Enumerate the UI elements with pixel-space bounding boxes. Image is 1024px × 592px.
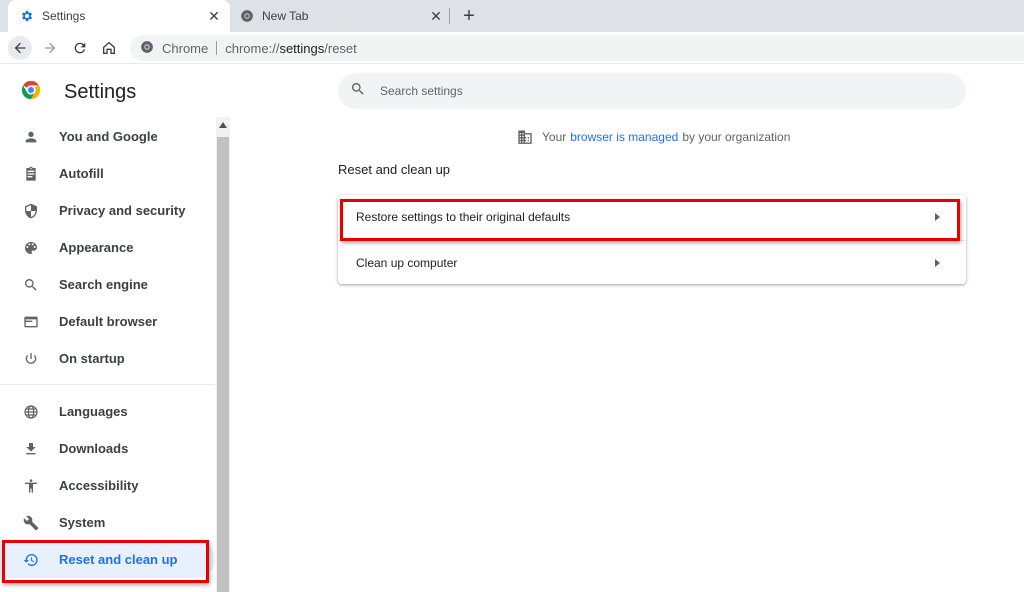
- omnibox-url: chrome://settings/reset: [225, 41, 357, 56]
- reload-button[interactable]: [68, 36, 92, 60]
- search-icon: [350, 81, 366, 102]
- sidebar-nav: You and Google Autofill Privacy and secu…: [0, 118, 215, 578]
- url-host: settings: [279, 40, 325, 56]
- browser-toolbar: Chrome chrome://settings/reset: [0, 32, 1024, 64]
- back-button[interactable]: [8, 36, 32, 60]
- tab-new-tab[interactable]: New Tab ✕: [232, 0, 452, 32]
- sidebar-item-appearance[interactable]: Appearance: [0, 229, 215, 266]
- building-icon: [517, 129, 533, 144]
- url-path: /reset: [324, 40, 357, 56]
- reset-history-icon: [22, 551, 40, 569]
- section-title: Reset and clean up: [338, 162, 451, 177]
- row-label: Clean up computer: [356, 255, 458, 270]
- home-button[interactable]: [97, 36, 121, 60]
- sidebar-item-default-browser[interactable]: Default browser: [0, 303, 215, 340]
- sidebar-item-label: Autofill: [59, 166, 104, 181]
- shield-icon: [22, 202, 40, 220]
- omnibox-chip: Chrome: [162, 40, 209, 56]
- sidebar-item-reset-and-clean-up[interactable]: Reset and clean up: [0, 541, 215, 578]
- sidebar-divider: [0, 384, 215, 385]
- row-label: Restore settings to their original defau…: [356, 210, 571, 224]
- sidebar-item-label: Accessibility: [59, 478, 139, 493]
- sidebar-item-system[interactable]: System: [0, 504, 215, 541]
- sidebar-item-downloads[interactable]: Downloads: [0, 430, 215, 467]
- reload-icon: [74, 42, 86, 54]
- tab-title: Settings: [42, 9, 86, 23]
- browser-managed-link[interactable]: browser is managed: [570, 130, 678, 144]
- sidebar-item-languages[interactable]: Languages: [0, 393, 215, 430]
- gear-icon: [20, 9, 34, 23]
- palette-icon: [22, 239, 40, 257]
- triangle-up-icon: [219, 122, 227, 128]
- sidebar-item-autofill[interactable]: Autofill: [0, 155, 215, 192]
- arrow-right-icon: [932, 258, 942, 268]
- managed-prefix: Your: [542, 129, 567, 144]
- sidebar-item-label: Default browser: [59, 314, 158, 329]
- scroll-thumb[interactable]: [217, 137, 229, 592]
- tab-title: New Tab: [262, 9, 309, 23]
- chrome-logo-icon: [20, 79, 42, 106]
- wrench-icon: [22, 514, 40, 532]
- chrome-icon: [140, 40, 154, 57]
- sidebar-item-accessibility[interactable]: Accessibility: [0, 467, 215, 504]
- search-icon: [22, 276, 40, 294]
- page-title: Settings: [64, 81, 137, 103]
- managed-notice: Your browser is managed by your organiza…: [517, 129, 790, 144]
- person-icon: [22, 128, 40, 146]
- sidebar-item-label: Privacy and security: [59, 203, 186, 218]
- arrow-right-icon: [932, 212, 942, 222]
- browser-window-icon: [22, 313, 40, 331]
- sidebar-item-label: Languages: [59, 404, 128, 419]
- search-settings-box[interactable]: [338, 73, 966, 109]
- url-prefix: chrome://: [225, 40, 280, 56]
- sidebar-item-label: Reset and clean up: [59, 552, 178, 567]
- search-input[interactable]: [380, 84, 940, 98]
- sidebar-item-on-startup[interactable]: On startup: [0, 340, 215, 377]
- managed-suffix: by your organization: [682, 129, 791, 144]
- sidebar-item-label: Downloads: [59, 441, 129, 456]
- sidebar-item-search-engine[interactable]: Search engine: [0, 266, 215, 303]
- reset-options-card: Restore settings to their original defau…: [338, 195, 966, 284]
- address-bar[interactable]: Chrome chrome://settings/reset: [130, 35, 1024, 61]
- home-icon: [103, 41, 115, 54]
- clean-up-computer-row[interactable]: Clean up computer: [338, 240, 966, 284]
- new-tab-button[interactable]: +: [458, 5, 480, 27]
- sidebar-item-you-and-google[interactable]: You and Google: [0, 118, 215, 155]
- tab-settings[interactable]: Settings ✕: [8, 0, 230, 32]
- accessibility-icon: [22, 477, 40, 495]
- power-icon: [22, 350, 40, 368]
- sidebar-item-label: Appearance: [59, 240, 134, 255]
- settings-sidebar: Settings You and Google Autofill Privacy…: [0, 65, 230, 592]
- sidebar-scrollbar[interactable]: [216, 117, 230, 592]
- sidebar-item-label: You and Google: [59, 129, 158, 144]
- arrow-left-icon: [14, 42, 26, 54]
- restore-defaults-row[interactable]: Restore settings to their original defau…: [338, 195, 966, 239]
- settings-brand: Settings: [20, 79, 136, 106]
- sidebar-item-label: Search engine: [59, 277, 148, 292]
- scroll-up-button[interactable]: [216, 117, 230, 133]
- tab-close-button[interactable]: ✕: [206, 8, 222, 24]
- tab-separator: [449, 8, 450, 24]
- sidebar-item-privacy-and-security[interactable]: Privacy and security: [0, 192, 215, 229]
- tab-close-button[interactable]: ✕: [428, 8, 444, 24]
- sidebar-item-label: On startup: [59, 351, 125, 366]
- arrow-right-icon: [44, 42, 56, 54]
- chrome-icon: [240, 9, 254, 23]
- omnibox-separator: [216, 41, 218, 55]
- forward-button[interactable]: [38, 36, 62, 60]
- download-icon: [22, 440, 40, 458]
- globe-icon: [22, 403, 40, 421]
- tab-strip: Settings ✕ New Tab ✕ +: [0, 0, 1024, 32]
- clipboard-icon: [22, 165, 40, 183]
- sidebar-item-label: System: [59, 515, 106, 530]
